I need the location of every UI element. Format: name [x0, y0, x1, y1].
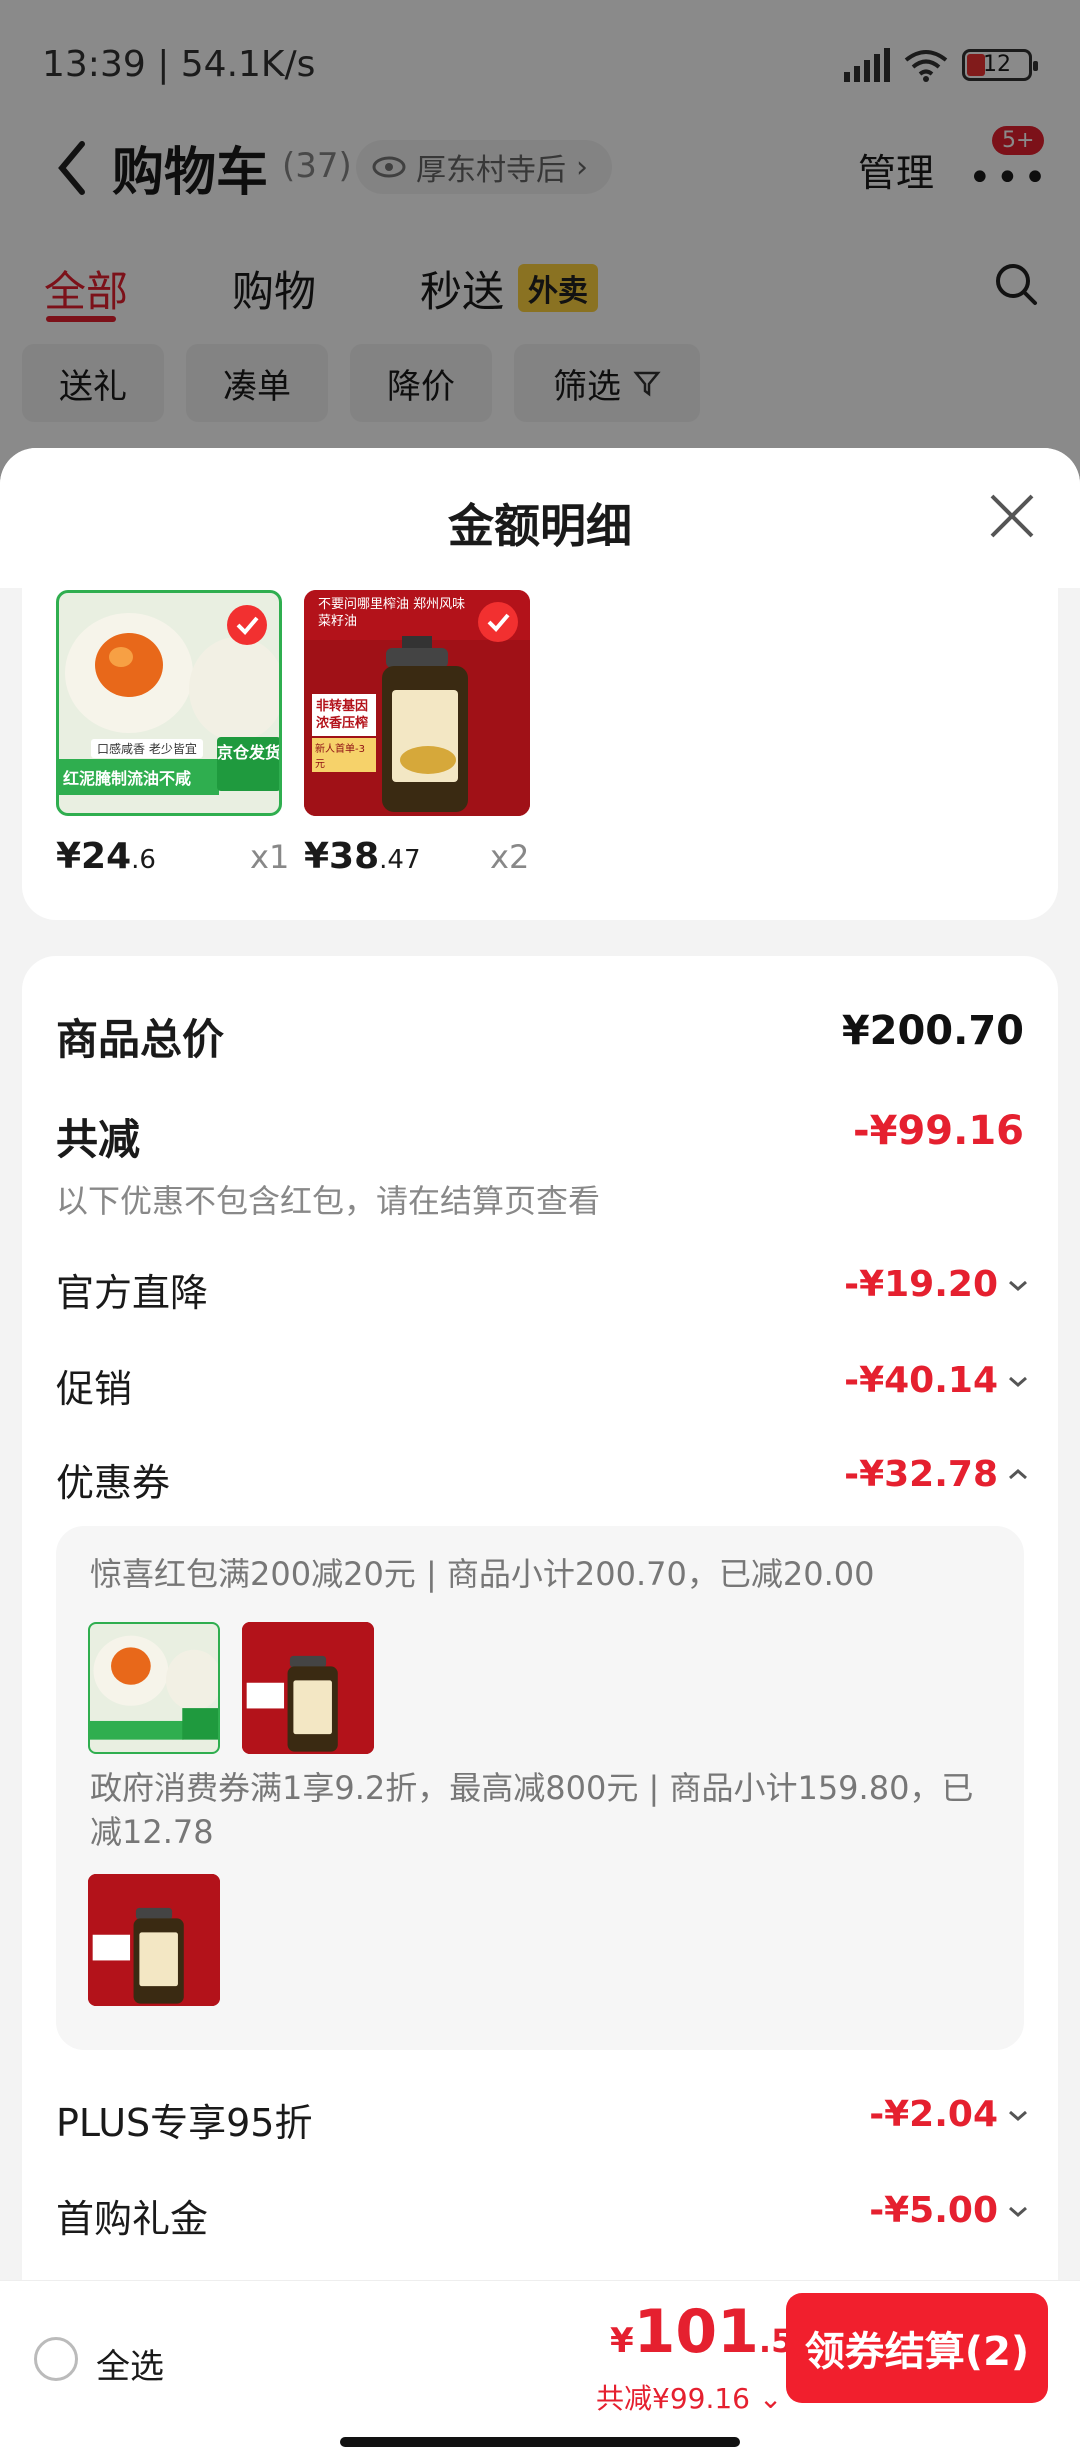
- saved-amount[interactable]: 共减¥99.16 ⌄: [596, 2377, 782, 2417]
- checked-icon: [478, 602, 518, 642]
- chevron-down-icon[interactable]: [1006, 1370, 1030, 1394]
- coupon-1-thumb-egg: [88, 1622, 220, 1754]
- reduce-label: 共减: [56, 1115, 141, 1164]
- chevron-down-icon: ⌄: [758, 2382, 783, 2415]
- row-plus-label: PLUS专享95折: [56, 2101, 313, 2145]
- coupon-2-thumb-oil: [88, 1874, 220, 2006]
- item-price-oil-int: ¥38: [304, 836, 380, 877]
- coupon-1-text: 惊喜红包满200减20元 | 商品小计200.70，已减20.00: [90, 1555, 875, 1593]
- chevron-down-icon[interactable]: [1006, 2200, 1030, 2224]
- egg-tag-main: 红泥腌制流油不咸: [59, 759, 219, 795]
- home-indicator: [340, 2437, 740, 2447]
- checkout-button[interactable]: 领券结算(2): [786, 2293, 1048, 2403]
- row-coupon-label: 优惠券: [56, 1461, 171, 1505]
- item-price-egg-dec: .6: [131, 845, 156, 875]
- saved-amount-text: 共减¥99.16: [596, 2382, 750, 2415]
- row-official-value[interactable]: -¥19.20: [844, 1264, 998, 1305]
- checked-icon: [227, 605, 267, 645]
- chevron-up-icon[interactable]: [1006, 1462, 1030, 1486]
- total-int: 101: [633, 2297, 759, 2367]
- total-price-value: ¥200.70: [841, 1008, 1024, 1054]
- total-amount: ¥101.54: [610, 2297, 816, 2367]
- rapeseed-oil-image: [242, 1622, 374, 1754]
- product-thumb-egg[interactable]: 口感咸香 老少皆宜 红泥腌制流油不咸 京仓发货: [56, 590, 282, 816]
- rapeseed-oil-image: [88, 1874, 220, 2006]
- egg-tag-badge: 京仓发货: [217, 737, 279, 791]
- egg-tag-top: 口感咸香 老少皆宜: [91, 739, 203, 758]
- oil-tag-main: 非转基因浓香压榨: [312, 694, 376, 736]
- coupon-2-text: 政府消费券满1享9.2折，最高减800元 | 商品小计159.80，已减12.7…: [90, 1769, 974, 1851]
- item-price-oil-dec: .47: [379, 845, 421, 875]
- coupon-1-thumb-oil: [242, 1622, 374, 1754]
- reduce-value: -¥99.16: [853, 1108, 1024, 1154]
- select-all-label[interactable]: 全选: [96, 2339, 164, 2388]
- oil-tag-top: 不要问哪里榨油 郑州风味菜籽油: [318, 597, 466, 629]
- product-thumb-oil[interactable]: 不要问哪里榨油 郑州风味菜籽油 非转基因浓香压榨 新人首单-3元: [304, 590, 530, 816]
- close-icon[interactable]: [988, 492, 1036, 540]
- product-card: 口感咸香 老少皆宜 红泥腌制流油不咸 京仓发货 不要问哪里榨油 郑州风味菜籽油 …: [22, 588, 1058, 920]
- row-first-buy-label: 首购礼金: [56, 2197, 209, 2241]
- oil-tag-sub: 新人首单-3元: [312, 738, 376, 772]
- coupon-detail-box: 惊喜红包满200减20元 | 商品小计200.70，已减20.00 政府消费券满…: [56, 1526, 1024, 2050]
- total-price-label: 商品总价: [56, 1015, 225, 1064]
- item-price-egg: ¥24.6: [56, 836, 156, 877]
- item-qty-egg: x1: [250, 838, 290, 876]
- total-currency: ¥: [610, 2321, 634, 2361]
- amount-detail-sheet: 金额明细 口感咸香 老少皆宜 红泥腌制流油不咸 京仓发货 不要问哪里榨油 郑州风…: [0, 448, 1080, 2460]
- row-promo-label: 促销: [56, 1367, 133, 1411]
- row-plus-value[interactable]: -¥2.04: [869, 2094, 998, 2135]
- item-price-oil: ¥38.47: [304, 836, 421, 877]
- checkout-bar: 全选 ¥101.54 共减¥99.16 ⌄ 领券结算(2): [0, 2280, 1080, 2460]
- item-qty-oil: x2: [490, 838, 530, 876]
- item-price-egg-int: ¥24: [56, 836, 132, 877]
- sheet-title: 金额明细: [448, 499, 632, 553]
- salted-egg-image: [90, 1635, 218, 1740]
- chevron-down-icon[interactable]: [1006, 1274, 1030, 1298]
- select-all-radio[interactable]: [34, 2337, 78, 2381]
- row-coupon-value[interactable]: -¥32.78: [844, 1454, 998, 1495]
- row-first-buy-value[interactable]: -¥5.00: [869, 2190, 998, 2231]
- chevron-down-icon[interactable]: [1006, 2104, 1030, 2128]
- reduce-note: 以下优惠不包含红包，请在结算页查看: [56, 1182, 601, 1220]
- row-official-label: 官方直降: [56, 1271, 209, 1315]
- amount-card: 商品总价 ¥200.70 共减 -¥99.16 以下优惠不包含红包，请在结算页查…: [22, 956, 1058, 2460]
- sheet-header: 金额明细: [0, 448, 1080, 588]
- row-promo-value[interactable]: -¥40.14: [844, 1360, 998, 1401]
